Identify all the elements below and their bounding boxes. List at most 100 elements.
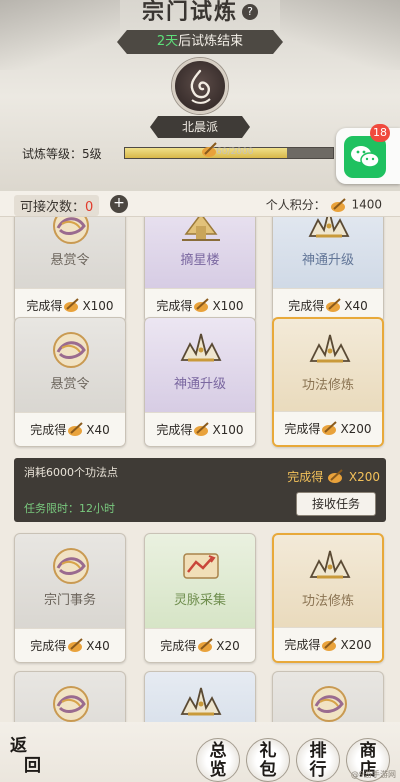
accept-task-button[interactable]: 接收任务 xyxy=(296,492,376,516)
points-value: 1400 xyxy=(351,197,382,212)
reward-value: X40 xyxy=(86,639,110,653)
task-grid: 消耗6000个功法点 任务限时：12小时 完成得 X200 接收任务 悬赏令完成… xyxy=(0,217,400,722)
card-reward: 完成得 X200 xyxy=(274,627,382,661)
reward-label: 完成得 xyxy=(160,639,197,653)
title-wrap: 宗门试炼? xyxy=(0,0,400,26)
level-label: 试炼等级：5级 xyxy=(22,147,102,161)
quill-coin-icon xyxy=(330,197,346,212)
card-art xyxy=(15,672,125,722)
task-detail-panel: 消耗6000个功法点 任务限时：12小时 完成得 X200 接收任务 xyxy=(14,458,386,522)
card-reward: 完成得 X20 xyxy=(145,628,255,662)
gift-bottom: 包 xyxy=(259,760,277,780)
task-card[interactable]: 神通升级 完成得 X100 xyxy=(144,317,256,447)
task-card-partial[interactable] xyxy=(14,671,126,722)
wechat-icon xyxy=(344,136,386,178)
overview-bottom: 览 xyxy=(209,760,227,780)
card-title: 摘星楼 xyxy=(180,253,220,268)
task-card-partial[interactable] xyxy=(144,671,256,722)
watermark: @9游手游网 xyxy=(350,770,396,779)
quill-coin-icon xyxy=(320,421,340,436)
card-title: 功法修炼 xyxy=(301,594,354,609)
task-cost: 消耗6000个功法点 xyxy=(24,466,118,479)
reward-value: X200 xyxy=(348,470,380,484)
shop-top: 商 xyxy=(359,741,377,761)
card-art xyxy=(274,535,382,625)
quill-coin-icon xyxy=(192,422,212,437)
back-top: 返 xyxy=(10,736,27,756)
quill-coin-icon xyxy=(320,637,340,652)
reward-label: 完成得 xyxy=(287,470,324,484)
sect-name-banner: 北晨派 xyxy=(150,116,250,138)
timer-banner: 2天后试炼结束 xyxy=(117,30,283,54)
sect-emblem[interactable] xyxy=(172,58,228,114)
card-art xyxy=(15,534,125,624)
reward-label: 完成得 xyxy=(30,639,67,653)
quill-coin-icon xyxy=(196,638,216,653)
reward-label: 完成得 xyxy=(284,638,321,652)
wechat-float-button[interactable]: 18 xyxy=(336,124,400,184)
task-card[interactable]: 神通升级完成得 X40 xyxy=(272,217,384,323)
level-progress-bar: 1560/2000 xyxy=(124,147,334,159)
task-card[interactable]: 功法修炼完成得 X200 xyxy=(272,317,384,447)
overview-top: 总 xyxy=(209,741,227,761)
quill-coin-icon xyxy=(62,298,82,313)
card-title: 悬赏令 xyxy=(50,377,90,392)
reward-value: X100 xyxy=(82,299,114,313)
quill-coin-icon xyxy=(192,298,212,313)
reward-label: 完成得 xyxy=(284,422,321,436)
quill-coin-icon xyxy=(202,142,217,157)
ranking-button[interactable]: 排 行 xyxy=(296,738,340,782)
card-art xyxy=(145,534,255,624)
card-title: 神通升级 xyxy=(173,377,226,392)
add-attempts-button[interactable]: + xyxy=(110,195,128,213)
task-card-partial[interactable] xyxy=(272,671,384,722)
card-reward: 完成得 X40 xyxy=(15,628,125,662)
attempts-label: 可接次数： xyxy=(20,200,86,215)
reward-label: 完成得 xyxy=(156,299,193,313)
gift-top: 礼 xyxy=(259,741,277,761)
reward-value: X40 xyxy=(86,423,110,437)
card-title: 神通升级 xyxy=(301,253,354,268)
reward-label: 完成得 xyxy=(288,299,325,313)
card-title: 灵脉采集 xyxy=(173,593,226,608)
header: 宗门试炼? 2天后试炼结束 北晨派 试炼等级：5级 1560/2000 xyxy=(0,0,400,215)
back-bottom: 回 xyxy=(24,756,41,776)
reward-label: 完成得 xyxy=(30,423,67,437)
task-card[interactable]: 悬赏令 完成得 X100 xyxy=(14,217,126,323)
back-button[interactable]: 返 回 xyxy=(10,736,54,780)
question-mark-icon[interactable]: ? xyxy=(242,4,258,20)
card-title: 宗门事务 xyxy=(43,593,96,608)
card-art xyxy=(15,318,125,408)
reward-value: X200 xyxy=(340,422,372,436)
quill-coin-icon xyxy=(328,469,343,483)
reward-value: X40 xyxy=(344,299,368,313)
task-card[interactable]: 摘星楼 完成得 X100 xyxy=(144,217,256,323)
timer-suffix: 后试炼结束 xyxy=(178,34,244,49)
time-label: 任务限时： xyxy=(24,502,79,515)
reward-value: X20 xyxy=(216,639,240,653)
attempts-value: 0 xyxy=(85,200,94,215)
task-card[interactable]: 灵脉采集完成得 X20 xyxy=(144,533,256,663)
overview-button[interactable]: 总 览 xyxy=(196,738,240,782)
card-art xyxy=(274,319,382,409)
task-card[interactable]: 功法修炼完成得 X200 xyxy=(272,533,384,663)
card-reward: 完成得 X200 xyxy=(274,411,382,445)
card-title: 功法修炼 xyxy=(301,378,354,393)
reward-label: 完成得 xyxy=(26,299,63,313)
card-art xyxy=(145,318,255,408)
task-card[interactable]: 宗门事务完成得 X40 xyxy=(14,533,126,663)
time-value: 12小时 xyxy=(79,502,115,515)
reward-value: X100 xyxy=(212,423,244,437)
flame-swirl-icon xyxy=(190,69,211,104)
points-label: 个人积分： xyxy=(265,198,326,212)
quill-coin-icon xyxy=(66,422,86,437)
status-bar: 可接次数：0 + 个人积分： 1400 xyxy=(0,191,400,217)
gift-pack-button[interactable]: 礼 包 xyxy=(246,738,290,782)
task-card[interactable]: 悬赏令完成得 X40 xyxy=(14,317,126,447)
ranking-top: 排 xyxy=(309,741,327,761)
personal-points: 个人积分： 1400 xyxy=(266,196,382,213)
page-title: 宗门试炼 xyxy=(141,0,238,25)
task-time-limit: 任务限时：12小时 xyxy=(24,500,115,516)
level-progress-text: 1560/2000 xyxy=(204,147,254,157)
task-reward: 完成得 X200 xyxy=(287,468,380,485)
